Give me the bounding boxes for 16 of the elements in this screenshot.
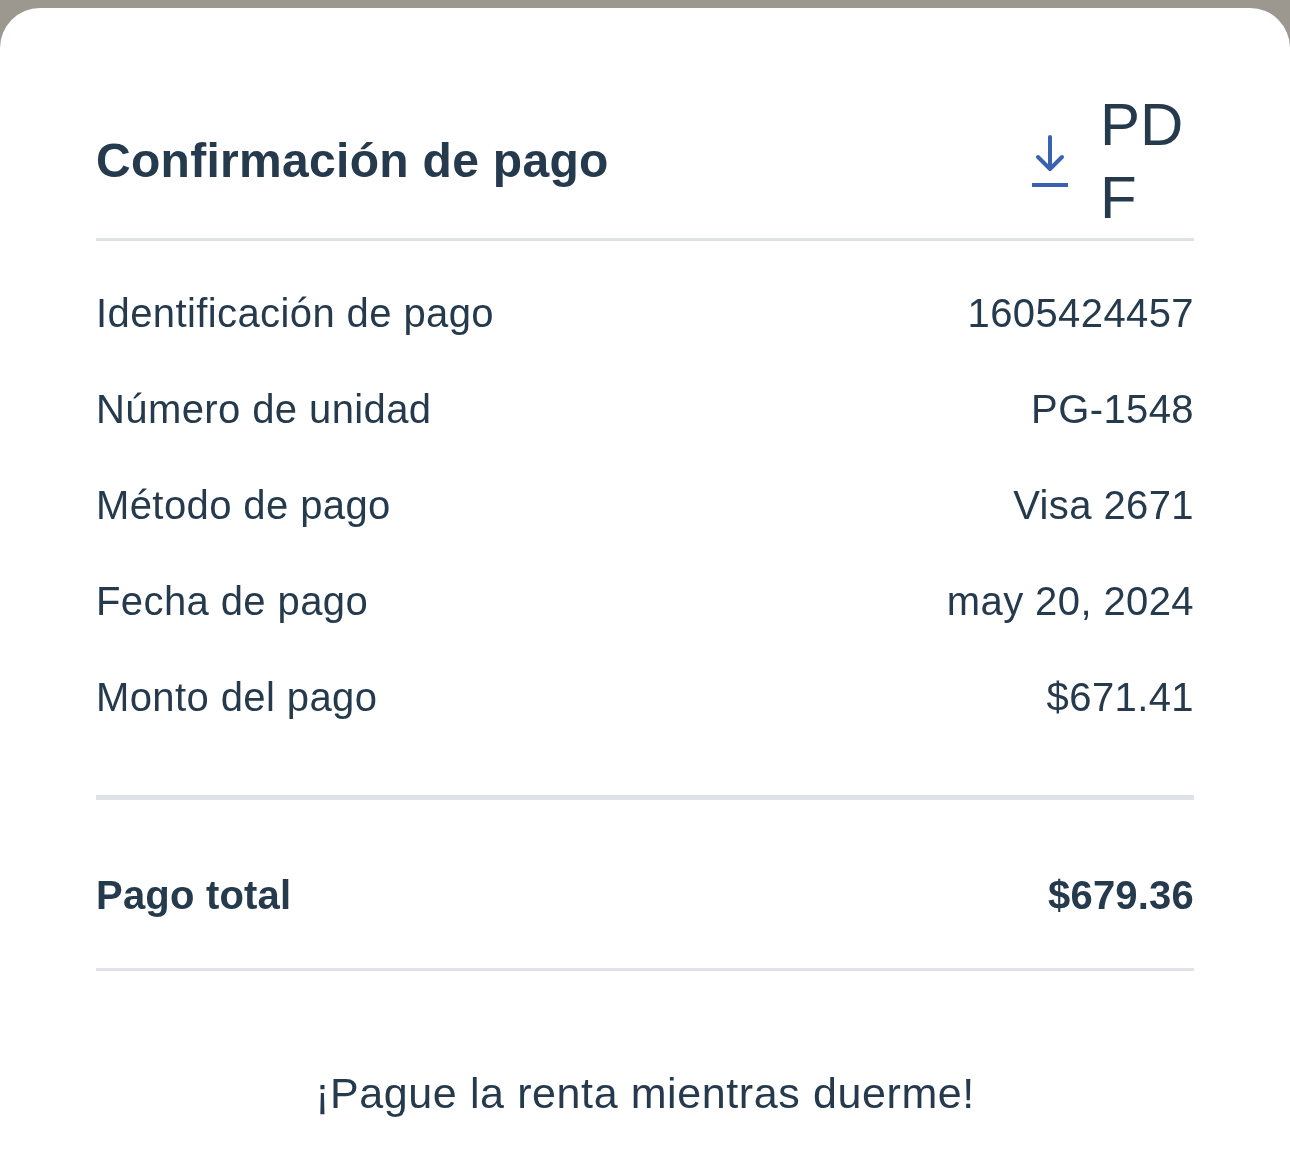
detail-label: Monto del pago	[96, 674, 378, 720]
download-icon	[1030, 135, 1070, 189]
page-title: Confirmación de pago	[96, 133, 609, 189]
detail-value: PG-1548	[1031, 386, 1194, 432]
footer-message: ¡Pague la renta mientras duerme!	[314, 1068, 976, 1118]
detail-value: Visa 2671	[1013, 482, 1194, 528]
total-label: Pago total	[96, 872, 292, 918]
detail-label: Método de pago	[96, 482, 391, 528]
detail-value: $671.41	[1046, 674, 1194, 720]
detail-label: Fecha de pago	[96, 578, 369, 624]
detail-label: Identificación de pago	[96, 290, 494, 336]
detail-value: 1605424457	[967, 290, 1194, 336]
detail-label: Número de unidad	[96, 386, 432, 432]
download-pdf-button[interactable]: PDF	[1030, 88, 1190, 234]
total-value: $679.36	[1048, 872, 1194, 918]
detail-value: may 20, 2024	[946, 578, 1194, 624]
